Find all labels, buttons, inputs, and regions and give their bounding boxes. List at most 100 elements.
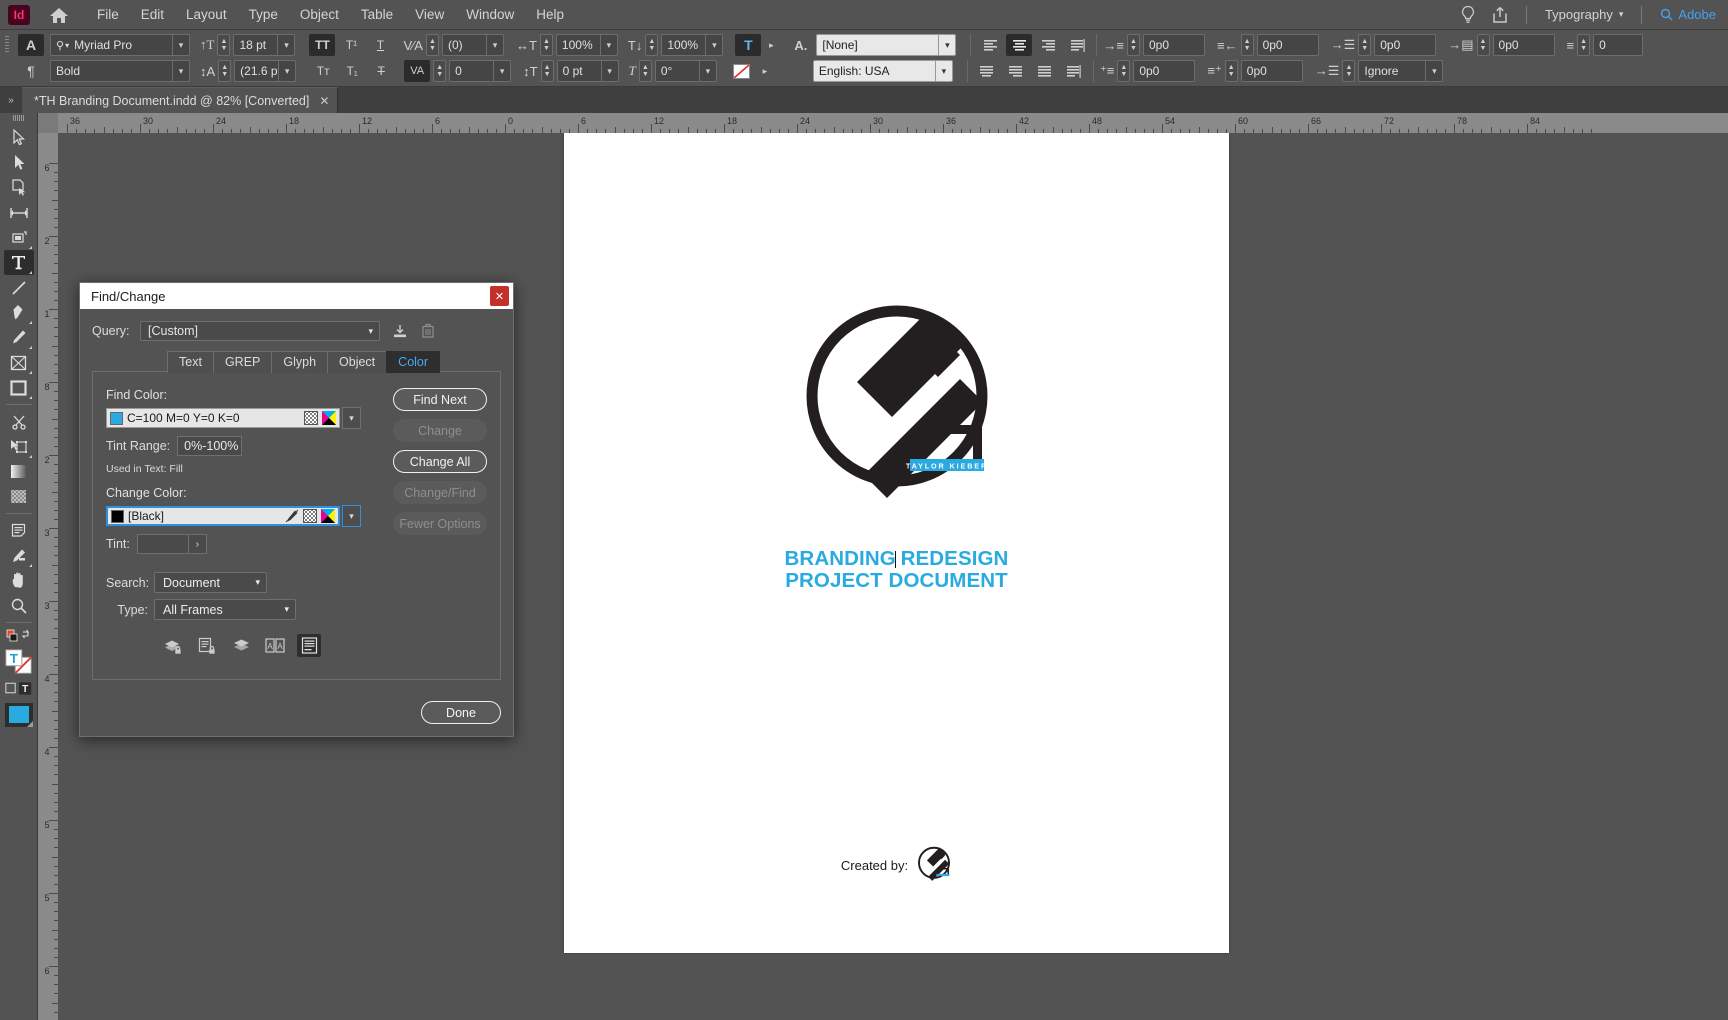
menu-type[interactable]: Type xyxy=(238,3,289,26)
color-flyout-chevron-icon[interactable]: ▸ xyxy=(758,60,772,82)
page-tool[interactable] xyxy=(4,175,34,200)
tracking-stepper[interactable]: ▲ ▼ xyxy=(433,60,447,82)
content-collector-tool[interactable] xyxy=(4,225,34,250)
paragraph-formatting-icon[interactable]: ¶ xyxy=(18,60,44,82)
document-tab[interactable]: *TH Branding Document.indd @ 82% [Conver… xyxy=(22,87,339,113)
language-chevron-down-icon[interactable]: ▾ xyxy=(934,61,952,81)
page-title[interactable]: BRANDING REDESIGN PROJECT DOCUMENT xyxy=(564,548,1229,592)
text-flyout-chevron-icon[interactable]: ▸ xyxy=(764,34,778,56)
first-line-indent-field[interactable]: 0p0 xyxy=(1133,60,1196,82)
gap-tool[interactable] xyxy=(4,200,34,225)
character-style-chevron-down-icon[interactable]: ▾ xyxy=(938,35,955,55)
include-master-pages-icon[interactable]: AA xyxy=(263,634,287,657)
space-after-stepper[interactable]: ▲ ▼ xyxy=(1342,60,1356,82)
gradient-feather-tool[interactable] xyxy=(4,484,34,509)
tint-swatch-icon[interactable] xyxy=(304,411,318,425)
skew-chevron-down-icon[interactable]: ▾ xyxy=(698,61,716,81)
home-icon[interactable] xyxy=(48,4,70,26)
pen-tool[interactable] xyxy=(4,300,34,325)
leading-stepper[interactable]: ▲ ▼ xyxy=(218,60,232,82)
brand-logo-icon[interactable]: TAYLOR KIEBER xyxy=(797,301,997,516)
baseline-stepper[interactable]: ▲ ▼ xyxy=(645,34,659,56)
fill-stroke-indicator[interactable]: T xyxy=(4,647,34,677)
done-button[interactable]: Done xyxy=(421,701,501,724)
align-grid-stepper[interactable]: ▲ ▼ xyxy=(1577,34,1591,56)
text-frame-options-icon[interactable]: T xyxy=(735,34,762,56)
vscale-chevron-down-icon[interactable]: ▾ xyxy=(600,61,618,81)
tint-field[interactable] xyxy=(136,534,189,554)
type-select[interactable]: All Frames ▾ xyxy=(154,599,296,620)
font-size-field[interactable]: 18 pt ▾ xyxy=(233,34,296,56)
menu-file[interactable]: File xyxy=(86,3,130,26)
rectangle-frame-tool[interactable] xyxy=(4,350,34,375)
language-field[interactable]: English: USA ▾ xyxy=(812,60,953,82)
tools-panel-grip[interactable] xyxy=(12,115,25,121)
justify-center-icon[interactable] xyxy=(974,60,1000,82)
include-hidden-layers-icon[interactable] xyxy=(229,634,253,657)
tint-range-field[interactable]: 0%-100% xyxy=(177,436,243,456)
vertical-scale-field[interactable]: 0 pt ▾ xyxy=(556,60,619,82)
tab-text[interactable]: Text xyxy=(167,351,214,373)
close-icon[interactable]: ✕ xyxy=(490,286,509,306)
include-locked-layers-icon[interactable] xyxy=(161,634,185,657)
font-size-stepper[interactable]: ▲ ▼ xyxy=(217,34,231,56)
justify-right-icon[interactable] xyxy=(1003,60,1029,82)
find-color-chevron-down-icon[interactable]: ▾ xyxy=(342,407,361,429)
note-tool[interactable] xyxy=(4,518,34,543)
formatting-affects-toggle[interactable]: T xyxy=(4,677,34,699)
gradient-swatch-tool[interactable] xyxy=(4,459,34,484)
created-by-block[interactable]: Created by: xyxy=(564,846,1229,884)
swap-fill-stroke-icon[interactable] xyxy=(4,627,34,647)
right-indent-field[interactable]: 0p0 xyxy=(1256,34,1319,56)
menu-layout[interactable]: Layout xyxy=(175,3,238,26)
menu-view[interactable]: View xyxy=(404,3,455,26)
menu-window[interactable]: Window xyxy=(455,3,525,26)
font-size-chevron-down-icon[interactable]: ▾ xyxy=(277,35,294,55)
free-transform-tool[interactable] xyxy=(4,434,34,459)
find-change-dialog[interactable]: Find/Change ✕ Query: [Custom] ▾ Text GRE… xyxy=(79,282,514,737)
search-scope-select[interactable]: Document ▾ xyxy=(154,572,267,593)
rectangle-tool[interactable] xyxy=(4,375,34,400)
delete-query-icon[interactable] xyxy=(416,320,440,342)
align-grid-field[interactable]: 0 xyxy=(1593,34,1644,56)
query-select[interactable]: [Custom] ▾ xyxy=(140,321,380,341)
find-color-field[interactable]: C=100 M=0 Y=0 K=0 xyxy=(106,408,340,428)
vertical-ruler[interactable]: 6218233445566 xyxy=(38,133,58,1020)
cmyk-swatch-icon[interactable] xyxy=(322,411,336,425)
leading-chevron-down-icon[interactable]: ▾ xyxy=(278,61,295,81)
justify-all-icon[interactable] xyxy=(1032,60,1058,82)
eyedropper-tool[interactable] xyxy=(4,543,34,568)
change-color-field[interactable]: [Black] xyxy=(106,506,340,526)
first-line-indent-stepper[interactable]: ▲ ▼ xyxy=(1117,60,1131,82)
align-left-icon[interactable] xyxy=(977,34,1003,56)
leading-field[interactable]: (21.6 pt) ▾ xyxy=(234,60,297,82)
strikethrough-icon[interactable]: T xyxy=(368,60,394,82)
drop-cap-chars-chevron-down-icon[interactable]: ▾ xyxy=(1425,61,1442,81)
eyedropper-icon[interactable] xyxy=(285,509,299,523)
lightbulb-icon[interactable] xyxy=(1454,3,1482,27)
hscale-chevron-down-icon[interactable]: ▾ xyxy=(599,35,617,55)
font-family-chevron-down-icon[interactable]: ▾ xyxy=(172,35,189,55)
creative-cloud-button[interactable]: Adobe xyxy=(1654,7,1722,22)
workspace-switcher[interactable]: Typography ▾ xyxy=(1539,7,1629,22)
selection-tool[interactable] xyxy=(4,125,34,150)
document-page[interactable]: TAYLOR KIEBER BRANDING REDESIGN PROJECT … xyxy=(564,133,1229,953)
tab-object[interactable]: Object xyxy=(327,351,388,373)
include-locked-stories-icon[interactable] xyxy=(195,634,219,657)
kerning-stepper[interactable]: ▲ ▼ xyxy=(425,34,439,56)
all-caps-icon[interactable]: TT xyxy=(309,34,336,56)
font-family-field[interactable]: ⚲ ▾ Myriad Pro ▾ xyxy=(50,34,190,56)
tab-glyph[interactable]: Glyph xyxy=(271,351,329,373)
cmyk-swatch-icon-2[interactable] xyxy=(321,509,335,523)
hand-tool[interactable] xyxy=(4,568,34,593)
no-color-swatch-icon[interactable] xyxy=(729,60,755,82)
baseline-chevron-down-icon[interactable]: ▾ xyxy=(705,35,722,55)
subscript-icon[interactable]: T₁ xyxy=(339,60,365,82)
tracking-field[interactable]: 0 ▾ xyxy=(449,60,512,82)
menu-edit[interactable]: Edit xyxy=(130,3,175,26)
panel-expand-icon[interactable]: » xyxy=(0,87,22,113)
tab-grep[interactable]: GREP xyxy=(212,351,273,373)
underline-icon[interactable]: T xyxy=(367,34,393,56)
last-line-indent-stepper[interactable]: ▲ ▼ xyxy=(1224,60,1238,82)
space-before-stepper[interactable]: ▲ ▼ xyxy=(1358,34,1372,56)
